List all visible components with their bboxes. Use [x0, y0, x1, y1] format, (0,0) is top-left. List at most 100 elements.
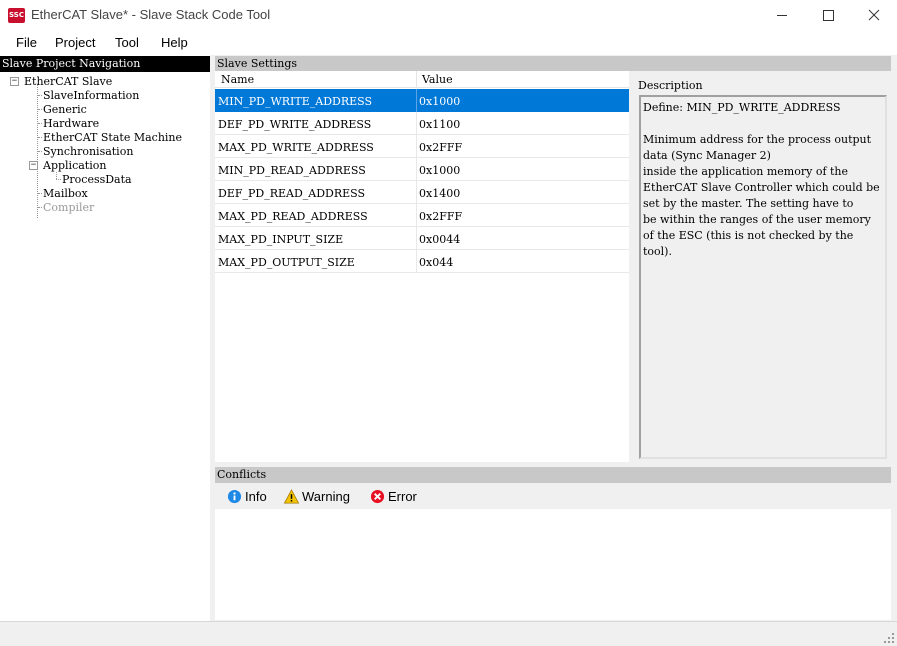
tree-item-application[interactable]: Application — [43, 159, 106, 173]
app-icon: SSC — [8, 8, 25, 23]
info-filter-button[interactable]: Info — [227, 488, 267, 504]
settings-row[interactable]: MAX_PD_INPUT_SIZE 0x0044 — [215, 227, 629, 250]
conflicts-header: Conflicts — [215, 467, 891, 483]
tree-line — [38, 193, 42, 194]
settings-row[interactable]: MAX_PD_WRITE_ADDRESS 0x2FFF — [215, 135, 629, 158]
settings-row[interactable]: DEF_PD_READ_ADDRESS 0x1400 — [215, 181, 629, 204]
setting-name-cell: MAX_PD_INPUT_SIZE — [218, 233, 344, 246]
tree-line — [56, 172, 57, 179]
cell-divider — [416, 227, 417, 250]
conflicts-list[interactable] — [215, 509, 891, 620]
maximize-button[interactable] — [805, 0, 851, 31]
settings-row[interactable]: MIN_PD_READ_ADDRESS 0x1000 — [215, 158, 629, 181]
warning-icon — [284, 488, 299, 503]
description-line: Minimum address for the process output — [643, 133, 872, 146]
setting-value-cell[interactable]: 0x1100 — [419, 118, 460, 131]
description-line: data (Sync Manager 2) — [643, 149, 771, 162]
cell-divider — [416, 135, 417, 158]
close-icon — [868, 9, 880, 21]
setting-name-cell: MAX_PD_OUTPUT_SIZE — [218, 256, 355, 269]
conflicts-toolbar: Info Warning Error — [215, 483, 891, 509]
tree-line — [38, 95, 42, 96]
setting-name-cell: DEF_PD_READ_ADDRESS — [218, 187, 366, 200]
tree-item-state-machine[interactable]: EtherCAT State Machine — [43, 131, 182, 145]
cell-divider — [416, 158, 417, 181]
tree-item-generic[interactable]: Generic — [43, 103, 87, 117]
description-line: of the ESC (this is not checked by the — [643, 229, 854, 242]
description-label: Description — [638, 79, 703, 92]
description-line: EtherCAT Slave Controller which could be — [643, 181, 880, 194]
info-icon — [227, 489, 242, 503]
settings-row[interactable]: MAX_PD_OUTPUT_SIZE 0x044 — [215, 250, 629, 273]
navigation-panel: Slave Project Navigation − EtherCAT Slav… — [0, 55, 210, 621]
tree-line — [38, 109, 42, 110]
cell-divider — [416, 181, 417, 204]
minimize-button[interactable] — [759, 0, 805, 31]
tree-item-compiler[interactable]: Compiler — [43, 201, 94, 215]
tree-line — [38, 207, 42, 208]
setting-value-cell[interactable]: 0x1000 — [419, 95, 460, 108]
tree-collapse-toggle[interactable]: − — [10, 77, 19, 86]
info-filter-label: Info — [245, 488, 267, 504]
cell-divider — [416, 89, 417, 112]
description-line: tool). — [643, 245, 672, 258]
tree-line — [38, 151, 42, 152]
tree-item-ethercat-slave[interactable]: EtherCAT Slave — [24, 75, 112, 89]
setting-value-cell[interactable]: 0x2FFF — [419, 210, 462, 223]
maximize-icon — [823, 10, 834, 21]
tree-item-process-data[interactable]: ProcessData — [62, 173, 132, 187]
tree-line — [38, 137, 42, 138]
settings-header: Slave Settings — [215, 56, 891, 71]
warning-filter-label: Warning — [302, 488, 350, 504]
window-title: EtherCAT Slave* - Slave Stack Code Tool — [31, 7, 271, 22]
setting-value-cell[interactable]: 0x0044 — [419, 233, 460, 246]
setting-name-cell: MAX_PD_WRITE_ADDRESS — [218, 141, 374, 154]
warning-filter-button[interactable]: Warning — [284, 488, 350, 504]
grid-header: Name Value — [215, 71, 629, 88]
settings-row[interactable]: MIN_PD_WRITE_ADDRESS 0x1000 — [215, 89, 629, 112]
tree-line — [56, 179, 61, 180]
tree-item-slave-information[interactable]: SlaveInformation — [43, 89, 139, 103]
description-line: be within the ranges of the user memory — [643, 213, 871, 226]
cell-divider — [416, 204, 417, 227]
tree-item-hardware[interactable]: Hardware — [43, 117, 99, 131]
settings-row[interactable]: MAX_PD_READ_ADDRESS 0x2FFF — [215, 204, 629, 227]
column-divider[interactable] — [416, 71, 417, 88]
cell-divider — [416, 112, 417, 135]
tree-item-synchronisation[interactable]: Synchronisation — [43, 145, 133, 159]
resize-grip-icon[interactable] — [883, 632, 895, 644]
navigation-header: Slave Project Navigation — [0, 56, 210, 72]
tree-collapse-toggle[interactable]: − — [29, 161, 38, 170]
minimize-icon — [777, 15, 787, 16]
menu-tool[interactable]: Tool — [115, 35, 139, 50]
error-filter-button[interactable]: Error — [370, 488, 417, 504]
setting-value-cell[interactable]: 0x044 — [419, 256, 453, 269]
settings-grid: Name Value MIN_PD_WRITE_ADDRESS 0x1000 DEF… — [215, 71, 629, 462]
close-button[interactable] — [851, 0, 897, 31]
description-line — [643, 116, 883, 132]
setting-name-cell: MIN_PD_WRITE_ADDRESS — [218, 95, 373, 108]
setting-name-cell: MIN_PD_READ_ADDRESS — [218, 164, 366, 177]
menu-file[interactable]: File — [16, 35, 37, 50]
error-icon — [370, 489, 385, 503]
setting-name-cell: DEF_PD_WRITE_ADDRESS — [218, 118, 372, 131]
menu-project[interactable]: Project — [55, 35, 95, 50]
description-line: Define: MIN_PD_WRITE_ADDRESS — [643, 101, 841, 114]
settings-row[interactable]: DEF_PD_WRITE_ADDRESS 0x1100 — [215, 112, 629, 135]
setting-value-cell[interactable]: 0x2FFF — [419, 141, 462, 154]
menu-help[interactable]: Help — [161, 35, 188, 50]
tree-item-mailbox[interactable]: Mailbox — [43, 187, 88, 201]
description-box: Define: MIN_PD_WRITE_ADDRESS Minimum addr… — [639, 95, 887, 459]
description-line: inside the application memory of the — [643, 165, 849, 178]
description-line: set by the master. The setting have to — [643, 197, 854, 210]
menu-bar: File Project Tool Help — [0, 31, 897, 55]
setting-name-cell: MAX_PD_READ_ADDRESS — [218, 210, 368, 223]
title-bar: SSC EtherCAT Slave* - Slave Stack Code T… — [0, 0, 897, 31]
column-header-name[interactable]: Name — [221, 73, 254, 86]
column-header-value[interactable]: Value — [422, 73, 453, 86]
setting-value-cell[interactable]: 0x1400 — [419, 187, 460, 200]
tree-line — [38, 123, 42, 124]
error-filter-label: Error — [388, 488, 417, 504]
setting-value-cell[interactable]: 0x1000 — [419, 164, 460, 177]
cell-divider — [416, 250, 417, 273]
